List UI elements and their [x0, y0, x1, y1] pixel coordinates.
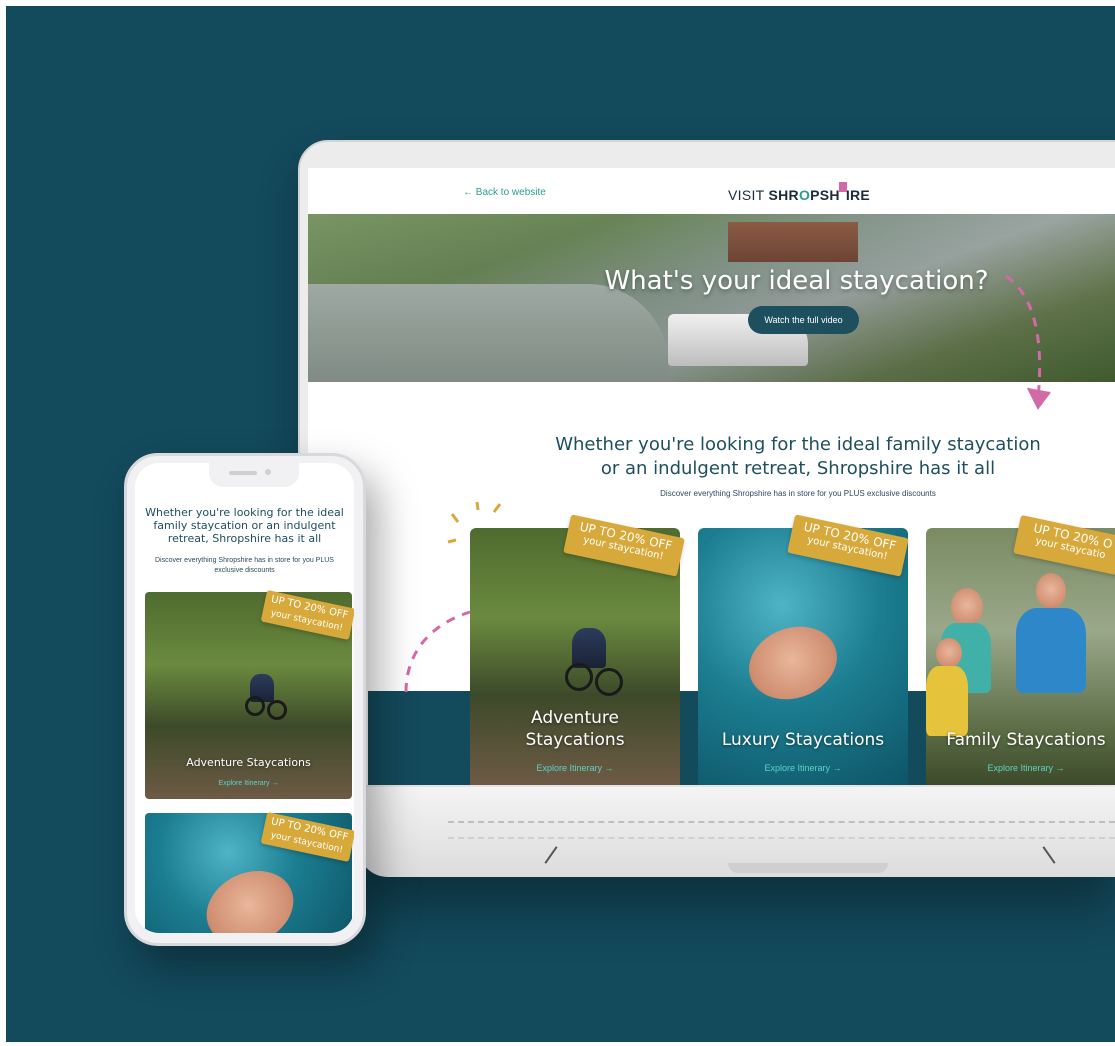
bike-wheel-icon — [245, 696, 265, 716]
card-title: Adventure Staycations — [470, 707, 680, 751]
trackpad-edge-left — [544, 846, 558, 864]
father-face-image — [1036, 573, 1066, 609]
explore-itinerary-link[interactable]: Explore Itinerary → — [926, 763, 1115, 773]
bike-wheel-icon — [267, 700, 287, 720]
logo-brand-o: O — [798, 187, 811, 203]
mobile-intro-heading: Whether you're looking for the ideal fam… — [145, 506, 344, 545]
logo-brand-end: IRE — [845, 187, 871, 203]
logo-prefix: VISIT — [728, 187, 765, 203]
blue-jacket-image — [1016, 608, 1086, 693]
intro-subtitle: Discover everything Shropshire has in st… — [660, 489, 936, 498]
trackpad-edge-right — [1042, 846, 1056, 864]
card-title: Family Staycations — [946, 730, 1106, 750]
phone-notch — [209, 463, 299, 487]
pink-dashed-arc-icon — [404, 610, 471, 693]
intro-heading: Whether you're looking for the ideal fam… — [508, 433, 1088, 481]
bike-wheel-icon — [595, 668, 623, 696]
hero-boathouse-image — [728, 222, 858, 262]
bike-wheel-icon — [565, 663, 593, 691]
mobile-intro-subtitle: Discover everything Shropshire has in st… — [155, 557, 334, 574]
phone-camera-icon — [265, 469, 271, 475]
card-title-line1: Adventure — [531, 708, 619, 728]
visit-shropshire-logo[interactable]: VISIT SHROPSH IRE — [728, 182, 871, 203]
back-to-website-link[interactable]: ← Back to website — [463, 187, 546, 198]
phone-screen: Whether you're looking for the ideal fam… — [135, 463, 354, 933]
laptop-base — [358, 787, 1115, 877]
card-title: Luxury Staycations — [721, 730, 885, 750]
logo-brand-start: SHR — [768, 187, 799, 203]
intro-heading-line1: Whether you're looking for the ideal fam… — [555, 434, 1041, 455]
explore-itinerary-link[interactable]: Explore Itinerary → — [698, 763, 908, 773]
hero-river-image — [308, 284, 668, 382]
sparkle-icon — [447, 502, 502, 544]
phone-speaker — [229, 471, 257, 475]
logo-mark-icon — [838, 182, 847, 192]
grandmother-face-image — [951, 588, 983, 626]
logo-brand-mid: PSH — [810, 187, 840, 203]
pink-dashed-arrow-icon — [1005, 274, 1051, 410]
card-title-line2: Staycations — [525, 730, 625, 750]
hero-banner: What's your ideal staycation? Watch the … — [308, 214, 1115, 382]
explore-itinerary-link[interactable]: Explore Itinerary → — [470, 763, 680, 773]
yellow-jacket-image — [926, 666, 968, 736]
intro-heading-line2: or an indulgent retreat, Shropshire has … — [600, 458, 996, 479]
cyclist-image — [572, 628, 606, 668]
woman-face-image — [738, 614, 848, 712]
watch-video-button[interactable]: Watch the full video — [748, 306, 859, 334]
woman-face-image — [194, 857, 306, 933]
keyboard — [448, 821, 1115, 839]
card-title: Adventure Staycations — [186, 756, 311, 769]
hero-title: What's your ideal staycation? — [604, 266, 989, 296]
girl-face-image — [936, 638, 962, 668]
explore-itinerary-link[interactable]: Explore Itinerary → — [145, 780, 352, 787]
site-header: ← Back to website VISIT SHROPSH IRE — [308, 168, 1115, 214]
laptop-notch — [728, 863, 888, 873]
